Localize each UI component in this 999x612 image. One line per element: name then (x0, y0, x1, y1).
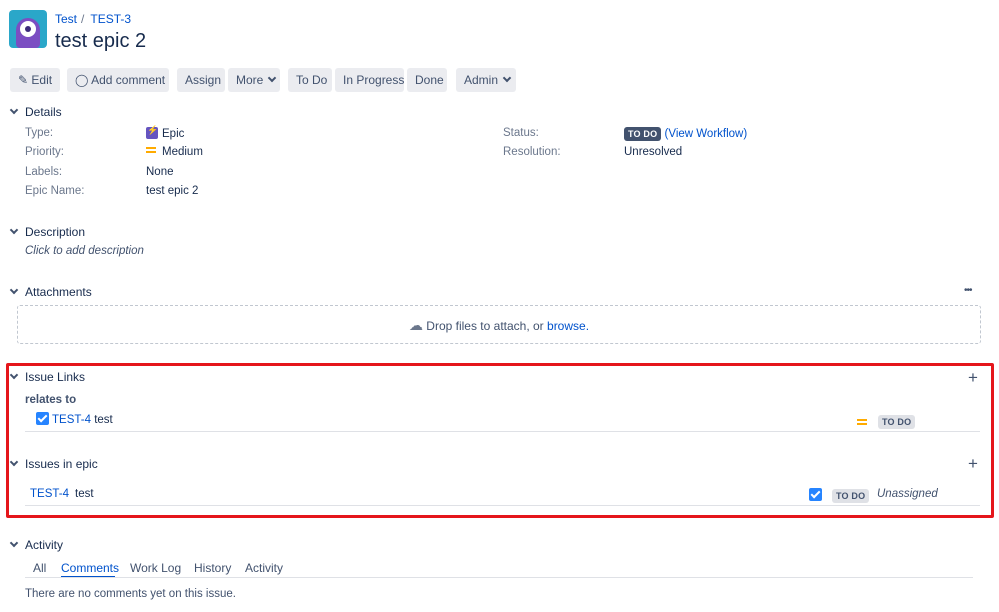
task-icon (809, 488, 822, 502)
linked-issue-row: TEST-4 test (36, 412, 113, 426)
labels-label: Labels: (25, 166, 63, 178)
comment-icon: ◯ (75, 73, 89, 87)
description-placeholder[interactable]: Click to add description (25, 245, 144, 257)
details-toggle[interactable]: Details (9, 105, 62, 119)
chevron-down-icon (9, 285, 19, 295)
chevron-down-icon (502, 73, 512, 83)
status-value: TO DO (View Workflow) (624, 127, 747, 141)
project-avatar[interactable] (9, 10, 47, 48)
epic-issue-summary: test (75, 488, 94, 500)
divider (25, 505, 980, 506)
divider (25, 431, 980, 432)
status-badge: TO DO (624, 127, 662, 141)
cloud-upload-icon: ☁ (408, 317, 423, 333)
activity-toggle[interactable]: Activity (9, 538, 63, 552)
epic-icon (146, 125, 158, 139)
chevron-down-icon (9, 105, 19, 115)
description-toggle[interactable]: Description (9, 225, 85, 239)
priority-label: Priority: (25, 146, 64, 158)
tab-history[interactable]: History (194, 561, 231, 575)
view-workflow-link[interactable]: (View Workflow) (665, 128, 748, 140)
type-value: Epic (146, 125, 184, 140)
status-label: Status: (503, 127, 539, 139)
priority-medium-icon (146, 147, 156, 153)
attachments-toggle[interactable]: Attachments (9, 285, 92, 299)
issue-links-toggle[interactable]: Issue Links (9, 370, 85, 384)
issues-in-epic-toggle[interactable]: Issues in epic (9, 457, 98, 471)
chevron-down-icon (9, 457, 19, 467)
priority-value[interactable]: Medium (146, 146, 203, 158)
tab-all[interactable]: All (33, 561, 46, 575)
breadcrumb: Test / TEST-3 (55, 12, 132, 26)
attachment-dropzone[interactable]: ☁ Drop files to attach, or browse. (17, 305, 981, 344)
epic-issue-assignee: Unassigned (877, 488, 938, 500)
browse-link[interactable]: browse. (547, 319, 589, 333)
resolution-value: Unresolved (624, 146, 683, 158)
add-comment-button[interactable]: ◯ Add comment (67, 68, 169, 92)
chevron-down-icon (9, 538, 19, 548)
more-button[interactable]: More (228, 68, 280, 92)
epic-issue-status: TO DO (832, 488, 870, 503)
resolution-label: Resolution: (503, 146, 561, 158)
tab-work-log[interactable]: Work Log (130, 561, 181, 575)
page-title: test epic 2 (55, 30, 147, 52)
type-label: Type: (25, 127, 54, 139)
breadcrumb-project-link[interactable]: Test (55, 12, 77, 26)
in-progress-button[interactable]: In Progress (335, 68, 404, 92)
epic-name-value[interactable]: test epic 2 (146, 185, 198, 197)
tabs-divider (25, 577, 973, 578)
admin-button[interactable]: Admin (456, 68, 516, 92)
link-relation-label: relates to (25, 394, 77, 406)
breadcrumb-issue-link[interactable]: TEST-3 (90, 12, 131, 26)
priority-medium-icon (857, 416, 873, 430)
assign-button[interactable]: Assign (177, 68, 225, 92)
task-icon (36, 412, 49, 425)
tab-comments[interactable]: Comments (61, 561, 119, 575)
linked-issue-key[interactable]: TEST-4 (52, 414, 91, 426)
epic-issue-key[interactable]: TEST-4 (30, 488, 69, 500)
add-link-icon[interactable]: + (968, 369, 978, 386)
no-comments-text: There are no comments yet on this issue. (25, 588, 236, 600)
done-button[interactable]: Done (407, 68, 447, 92)
pencil-icon: ✎ (18, 73, 29, 87)
chevron-down-icon (9, 225, 19, 235)
linked-issue-status: TO DO (878, 414, 916, 429)
chevron-down-icon (9, 370, 19, 380)
attachments-more-icon[interactable]: ••• (964, 285, 972, 296)
chevron-down-icon (268, 73, 277, 83)
labels-value[interactable]: None (146, 166, 174, 178)
tab-activity[interactable]: Activity (245, 561, 283, 575)
epic-name-label: Epic Name: (25, 185, 85, 197)
add-issue-icon[interactable]: + (968, 455, 978, 472)
edit-button[interactable]: ✎ Edit (10, 68, 60, 92)
todo-button[interactable]: To Do (288, 68, 332, 92)
linked-issue-summary: test (94, 414, 113, 426)
